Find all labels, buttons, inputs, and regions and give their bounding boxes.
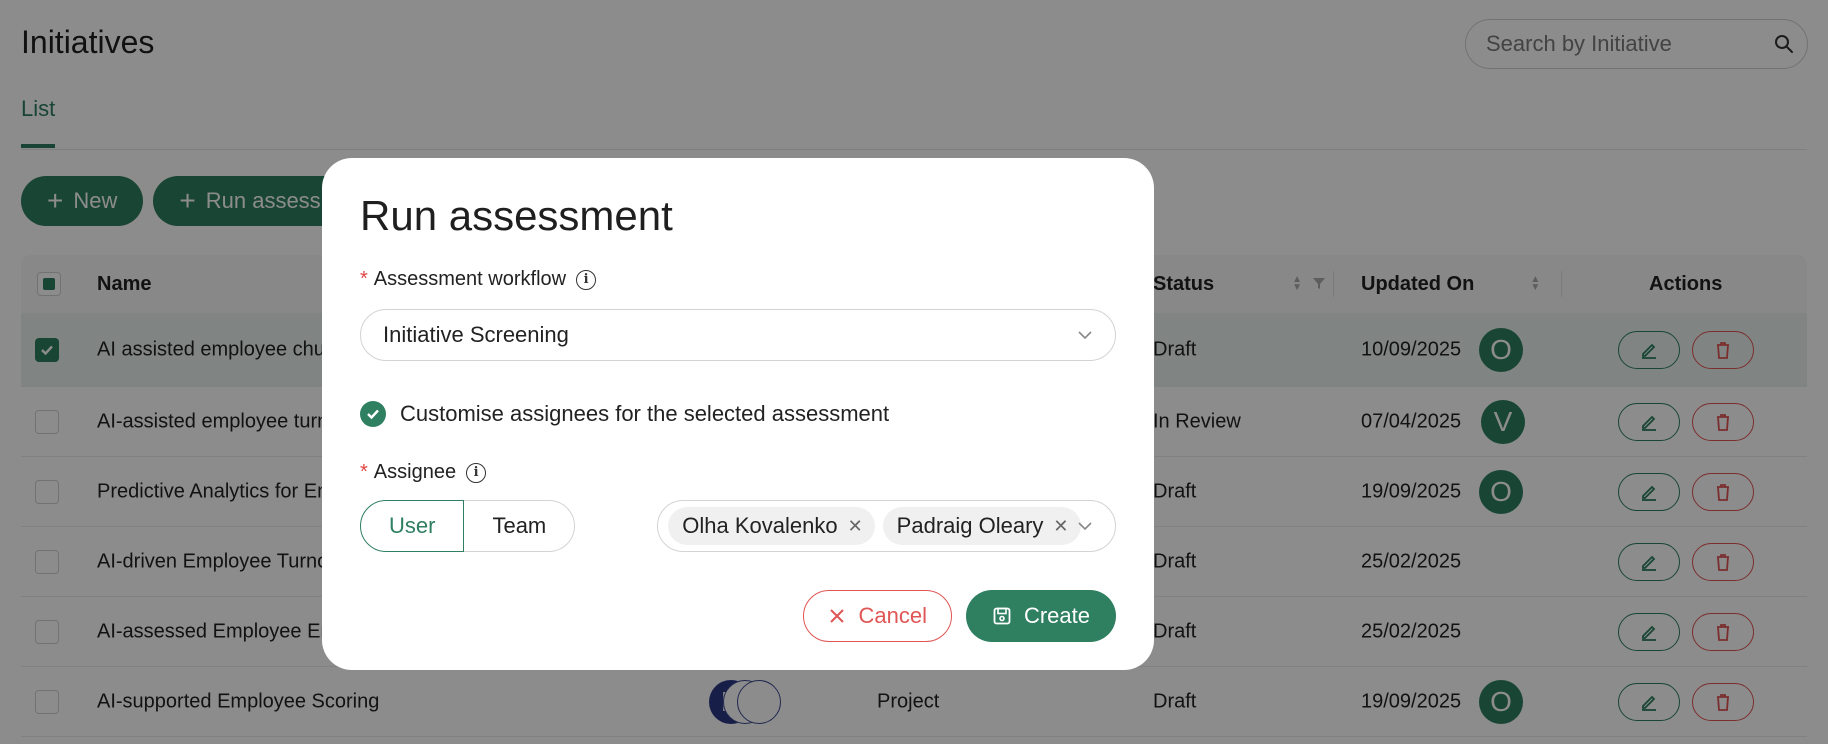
modal-footer: Cancel Create [803,590,1116,642]
team-mode-button[interactable]: Team [464,500,576,552]
workflow-select[interactable]: Initiative Screening [360,309,1116,361]
chevron-down-icon [1078,522,1092,531]
customise-assignees-row[interactable]: Customise assignees for the selected ass… [360,401,1116,427]
assignee-mode-toggle: User Team [360,500,576,552]
assignee-chip: Olha Kovalenko ✕ [668,507,875,545]
assignee-label: Assignee [373,461,457,483]
create-button-label: Create [1023,603,1090,628]
assignee-label-row: * Assignee i [360,461,1116,484]
assignee-chip-label: Olha Kovalenko [682,513,838,538]
cancel-button-label: Cancel [858,603,927,628]
workflow-label: Assessment workflow [373,268,567,290]
info-icon[interactable]: i [576,269,597,290]
assignee-chip: Padraig Oleary ✕ [882,507,1081,545]
check-icon [367,409,379,420]
modal-title: Run assessment [360,192,673,239]
create-button[interactable]: Create [965,590,1116,642]
close-icon [830,609,845,623]
close-icon[interactable]: ✕ [848,516,863,537]
run-assessment-modal: Run assessment * Assessment workflow i I… [322,158,1154,670]
cancel-button[interactable]: Cancel [803,590,952,642]
save-icon [993,607,1011,625]
chevron-down-icon [1078,331,1092,340]
workflow-select-value: Initiative Screening [383,322,569,347]
user-mode-button[interactable]: User [360,500,465,552]
assignee-multiselect[interactable]: Olha Kovalenko ✕ Padraig Oleary ✕ [657,500,1116,552]
close-icon[interactable]: ✕ [1053,516,1068,537]
assignee-controls: User Team Olha Kovalenko ✕ Padraig Olear… [360,500,1116,552]
customise-assignees-checkbox[interactable] [360,401,386,427]
workflow-label-row: * Assessment workflow i [360,268,1116,291]
assignee-chip-label: Padraig Oleary [896,513,1044,538]
info-icon[interactable]: i [466,462,487,483]
required-marker: * [360,268,368,290]
customise-assignees-label: Customise assignees for the selected ass… [400,401,890,426]
required-marker: * [360,461,368,483]
